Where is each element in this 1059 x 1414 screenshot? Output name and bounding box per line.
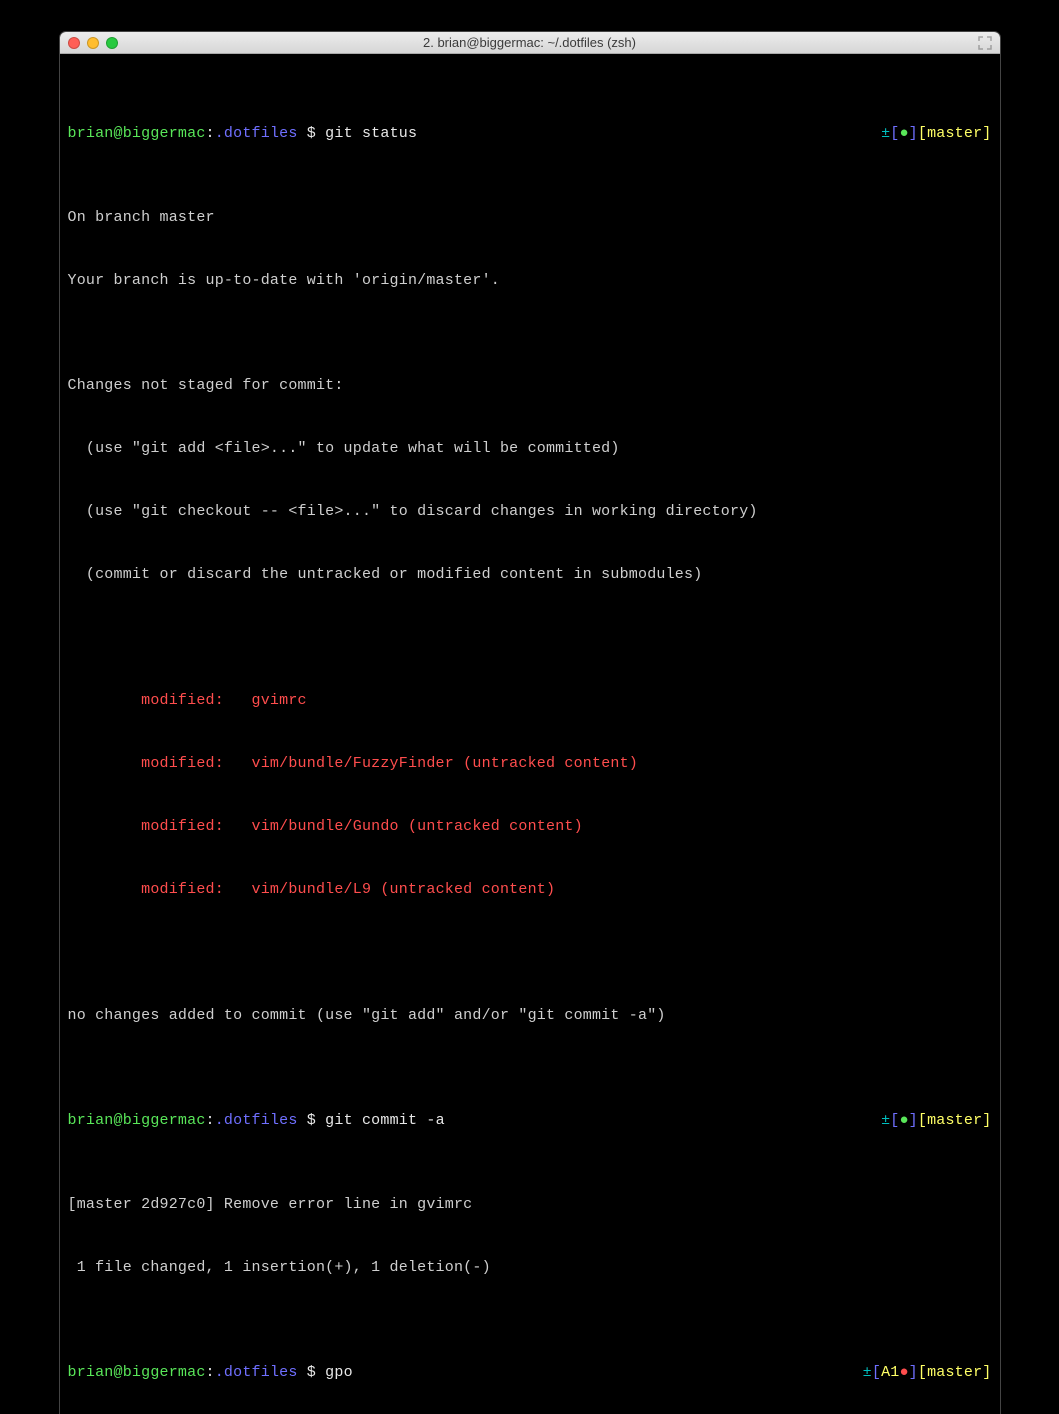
git-plusminus: ± bbox=[881, 125, 890, 142]
output-line: (use "git checkout -- <file>..." to disc… bbox=[68, 501, 992, 522]
fullscreen-icon[interactable] bbox=[978, 36, 992, 50]
close-icon[interactable] bbox=[68, 37, 80, 49]
modified-line: modified: vim/bundle/FuzzyFinder (untrac… bbox=[68, 753, 992, 774]
bracket-close: ] bbox=[909, 125, 918, 142]
prompt-userhost: brian@biggermac bbox=[68, 125, 206, 142]
prompt-dollar: $ bbox=[298, 1364, 326, 1381]
window-titlebar[interactable]: 2. brian@biggermac: ~/.dotfiles (zsh) bbox=[60, 32, 1000, 54]
zoom-icon[interactable] bbox=[106, 37, 118, 49]
bracket-open: [ bbox=[890, 1112, 899, 1129]
status-dot: ● bbox=[899, 1364, 908, 1381]
bracket-close: ] bbox=[982, 1112, 991, 1129]
terminal-window: 2. brian@biggermac: ~/.dotfiles (zsh) br… bbox=[60, 32, 1000, 1414]
modified-file: vim/bundle/Gundo bbox=[252, 818, 399, 835]
prompt-dollar: $ bbox=[298, 125, 326, 142]
status-dot: ● bbox=[899, 1112, 908, 1129]
prompt-userhost: brian@biggermac bbox=[68, 1364, 206, 1381]
output-line: Changes not staged for commit: bbox=[68, 375, 992, 396]
bracket-close: ] bbox=[909, 1112, 918, 1129]
output-line: 1 file changed, 1 insertion(+), 1 deleti… bbox=[68, 1257, 992, 1278]
bracket-open: [ bbox=[872, 1364, 881, 1381]
bracket-open: [ bbox=[918, 1112, 927, 1129]
command-text: git status bbox=[325, 125, 417, 142]
prompt-colon: : bbox=[206, 125, 215, 142]
prompt-colon: : bbox=[206, 1112, 215, 1129]
command-text: gpo bbox=[325, 1364, 353, 1381]
prompt-dollar: $ bbox=[298, 1112, 326, 1129]
command-text: git commit -a bbox=[325, 1112, 445, 1129]
output-line: Your branch is up-to-date with 'origin/m… bbox=[68, 270, 992, 291]
prompt-cwd: .dotfiles bbox=[215, 125, 298, 142]
modified-label: modified: bbox=[68, 881, 252, 898]
traffic-lights bbox=[68, 37, 118, 49]
modified-label: modified: bbox=[68, 755, 252, 772]
branch-name: master bbox=[927, 1112, 982, 1129]
window-title: 2. brian@biggermac: ~/.dotfiles (zsh) bbox=[60, 35, 1000, 50]
git-plusminus: ± bbox=[863, 1364, 872, 1381]
minimize-icon[interactable] bbox=[87, 37, 99, 49]
branch-name: master bbox=[927, 125, 982, 142]
modified-file: vim/bundle/L9 bbox=[252, 881, 372, 898]
modified-line: modified: vim/bundle/Gundo (untracked co… bbox=[68, 816, 992, 837]
prompt-cwd: .dotfiles bbox=[215, 1364, 298, 1381]
modified-file: gvimrc bbox=[252, 692, 307, 709]
output-line: no changes added to commit (use "git add… bbox=[68, 1005, 992, 1026]
git-plusminus: ± bbox=[881, 1112, 890, 1129]
terminal-body[interactable]: brian@biggermac:.dotfiles $ git status ±… bbox=[60, 54, 1000, 1414]
untracked-suffix: (untracked content) bbox=[371, 881, 555, 898]
rprompt: ±[●][master] bbox=[881, 123, 991, 144]
modified-file: vim/bundle/FuzzyFinder bbox=[252, 755, 454, 772]
untracked-suffix: (untracked content) bbox=[399, 818, 583, 835]
prompt-cwd: .dotfiles bbox=[215, 1112, 298, 1129]
modified-line: modified: gvimrc bbox=[68, 690, 992, 711]
bracket-close: ] bbox=[982, 125, 991, 142]
prompt-userhost: brian@biggermac bbox=[68, 1112, 206, 1129]
prompt-line: brian@biggermac:.dotfiles $ git commit -… bbox=[68, 1110, 992, 1131]
output-line: On branch master bbox=[68, 207, 992, 228]
modified-line: modified: vim/bundle/L9 (untracked conte… bbox=[68, 879, 992, 900]
bracket-open: [ bbox=[918, 125, 927, 142]
prompt-line: brian@biggermac:.dotfiles $ git status ±… bbox=[68, 123, 992, 144]
output-line: (commit or discard the untracked or modi… bbox=[68, 564, 992, 585]
output-line: (use "git add <file>..." to update what … bbox=[68, 438, 992, 459]
prompt-line: brian@biggermac:.dotfiles $ gpo ±[A1●][m… bbox=[68, 1362, 992, 1383]
bracket-close: ] bbox=[982, 1364, 991, 1381]
rprompt: ±[●][master] bbox=[881, 1110, 991, 1131]
bracket-close: ] bbox=[909, 1364, 918, 1381]
rprompt: ±[A1●][master] bbox=[863, 1362, 992, 1383]
bracket-open: [ bbox=[918, 1364, 927, 1381]
modified-label: modified: bbox=[68, 692, 252, 709]
prompt-colon: : bbox=[206, 1364, 215, 1381]
ahead-indicator: A1 bbox=[881, 1364, 899, 1381]
status-dot: ● bbox=[899, 125, 908, 142]
modified-label: modified: bbox=[68, 818, 252, 835]
output-line: [master 2d927c0] Remove error line in gv… bbox=[68, 1194, 992, 1215]
untracked-suffix: (untracked content) bbox=[454, 755, 638, 772]
branch-name: master bbox=[927, 1364, 982, 1381]
